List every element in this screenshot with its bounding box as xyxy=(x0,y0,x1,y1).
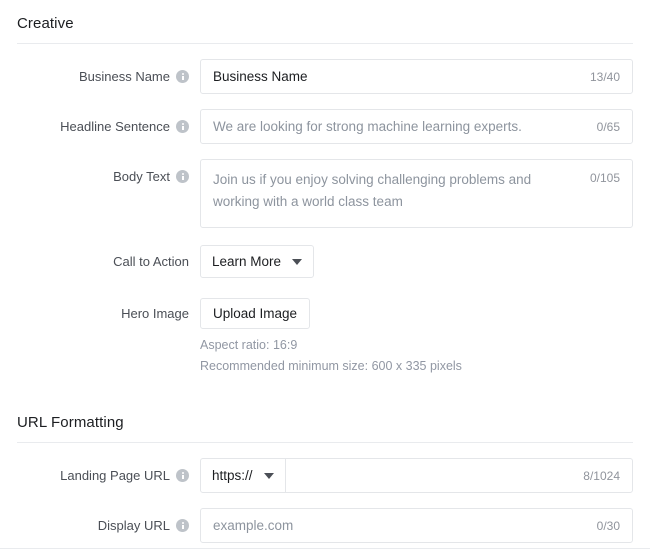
label-call-to-action-text: Call to Action xyxy=(113,254,189,270)
info-icon[interactable] xyxy=(176,70,189,83)
upload-image-button-label: Upload Image xyxy=(213,306,297,321)
landing-page-url-scheme-value: https:// xyxy=(212,468,253,483)
hero-image-aspect-helper: Aspect ratio: 16:9 xyxy=(200,335,633,356)
upload-image-button[interactable]: Upload Image xyxy=(200,298,310,329)
label-landing-page-url-text: Landing Page URL xyxy=(60,468,170,484)
body-text-textarea[interactable]: Join us if you enjoy solving challenging… xyxy=(200,159,633,228)
section-divider-url-formatting xyxy=(17,442,633,443)
headline-sentence-placeholder: We are looking for strong machine learni… xyxy=(213,118,522,135)
label-hero-image-text: Hero Image xyxy=(121,306,189,322)
section-gap xyxy=(0,377,650,413)
landing-page-url-input[interactable] xyxy=(286,459,632,492)
info-icon[interactable] xyxy=(176,170,189,183)
business-name-value: Business Name xyxy=(213,68,308,85)
headline-sentence-counter: 0/65 xyxy=(597,119,620,135)
section-title-creative: Creative xyxy=(17,14,633,33)
label-business-name: Business Name xyxy=(17,59,200,94)
label-landing-page-url: Landing Page URL xyxy=(17,458,200,493)
creative-section-header: Creative xyxy=(0,0,650,44)
landing-page-url-field: https:// 8/1024 xyxy=(200,458,633,493)
label-hero-image: Hero Image xyxy=(17,298,200,329)
url-formatting-fields: Landing Page URL https:// 8/1024 xyxy=(0,458,650,543)
field-row-body-text: Body Text Join us if you enjoy solving c… xyxy=(17,159,633,228)
control-display-url: example.com 0/30 xyxy=(200,508,633,543)
label-call-to-action: Call to Action xyxy=(17,245,200,278)
field-row-headline-sentence: Headline Sentence We are looking for str… xyxy=(17,109,633,144)
info-icon[interactable] xyxy=(176,120,189,133)
label-display-url-text: Display URL xyxy=(98,518,170,534)
creative-fields: Business Name Business Name 13/40 Headli… xyxy=(0,59,650,377)
label-headline-sentence: Headline Sentence xyxy=(17,109,200,144)
control-business-name: Business Name 13/40 xyxy=(200,59,633,94)
chevron-down-icon xyxy=(264,473,274,479)
display-url-placeholder: example.com xyxy=(213,517,293,534)
ad-creative-form: Creative Business Name Business Name 13/… xyxy=(0,0,650,554)
call-to-action-value: Learn More xyxy=(212,254,281,269)
business-name-counter: 13/40 xyxy=(590,69,620,85)
label-body-text-text: Body Text xyxy=(113,169,170,185)
label-body-text: Body Text xyxy=(17,159,200,194)
body-text-placeholder: Join us if you enjoy solving challenging… xyxy=(213,169,555,213)
page-bottom-divider xyxy=(0,548,650,549)
field-row-landing-page-url: Landing Page URL https:// 8/1024 xyxy=(17,458,633,493)
label-headline-sentence-text: Headline Sentence xyxy=(60,119,170,135)
business-name-input[interactable]: Business Name 13/40 xyxy=(200,59,633,94)
section-title-url-formatting: URL Formatting xyxy=(17,413,633,432)
field-row-business-name: Business Name Business Name 13/40 xyxy=(17,59,633,94)
info-icon[interactable] xyxy=(176,519,189,532)
hero-image-size-helper: Recommended minimum size: 600 x 335 pixe… xyxy=(200,356,633,377)
control-landing-page-url: https:// 8/1024 xyxy=(200,458,633,493)
landing-page-url-scheme-dropdown[interactable]: https:// xyxy=(201,459,286,492)
field-row-hero-image: Hero Image Upload Image Aspect ratio: 16… xyxy=(17,298,633,377)
url-formatting-section-header: URL Formatting xyxy=(0,413,650,443)
section-divider-creative xyxy=(17,43,633,44)
label-business-name-text: Business Name xyxy=(79,69,170,85)
control-call-to-action: Learn More xyxy=(200,245,633,278)
control-headline-sentence: We are looking for strong machine learni… xyxy=(200,109,633,144)
body-text-counter: 0/105 xyxy=(590,170,620,186)
field-row-display-url: Display URL example.com 0/30 xyxy=(17,508,633,543)
control-hero-image: Upload Image Aspect ratio: 16:9 Recommen… xyxy=(200,298,633,377)
field-row-call-to-action: Call to Action Learn More xyxy=(17,245,633,278)
info-icon[interactable] xyxy=(176,469,189,482)
landing-page-url-counter: 8/1024 xyxy=(583,468,620,484)
control-body-text: Join us if you enjoy solving challenging… xyxy=(200,159,633,228)
chevron-down-icon xyxy=(292,259,302,265)
call-to-action-dropdown[interactable]: Learn More xyxy=(200,245,314,278)
headline-sentence-input[interactable]: We are looking for strong machine learni… xyxy=(200,109,633,144)
display-url-input[interactable]: example.com 0/30 xyxy=(200,508,633,543)
display-url-counter: 0/30 xyxy=(597,518,620,534)
label-display-url: Display URL xyxy=(17,508,200,543)
